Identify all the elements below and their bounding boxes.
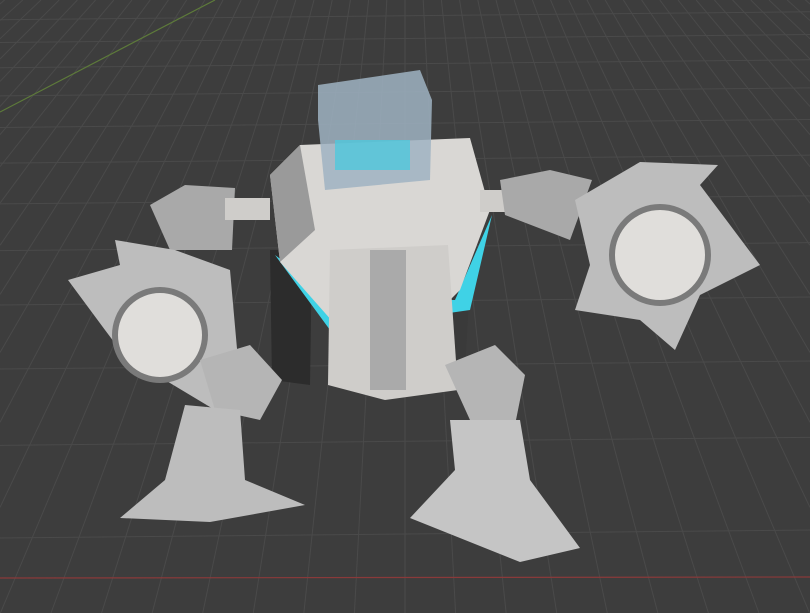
robot-head <box>318 70 432 190</box>
grid-line <box>0 0 133 167</box>
grid-line <box>695 0 810 135</box>
robot-right-claw-gear <box>609 204 711 306</box>
grid-line <box>677 0 810 167</box>
robot-left-shoulder <box>150 185 235 250</box>
grid-line <box>786 0 810 21</box>
grid-line <box>768 0 810 40</box>
grid-line <box>0 0 96 107</box>
grid-line <box>0 0 78 82</box>
robot-visor <box>335 140 410 170</box>
grid-line <box>805 0 810 5</box>
grid-line <box>0 0 151 204</box>
grid-line <box>0 0 24 21</box>
grid-line <box>714 0 810 107</box>
x-axis-line <box>0 576 810 579</box>
robot-left-claw-gear <box>112 287 208 383</box>
grid-line <box>0 0 5 5</box>
robot-model[interactable] <box>68 70 760 562</box>
viewport-canvas[interactable] <box>0 0 810 613</box>
robot-pelvis-stripe <box>370 250 406 390</box>
3d-viewport[interactable] <box>0 0 810 613</box>
robot-left-upper-arm <box>225 198 270 220</box>
